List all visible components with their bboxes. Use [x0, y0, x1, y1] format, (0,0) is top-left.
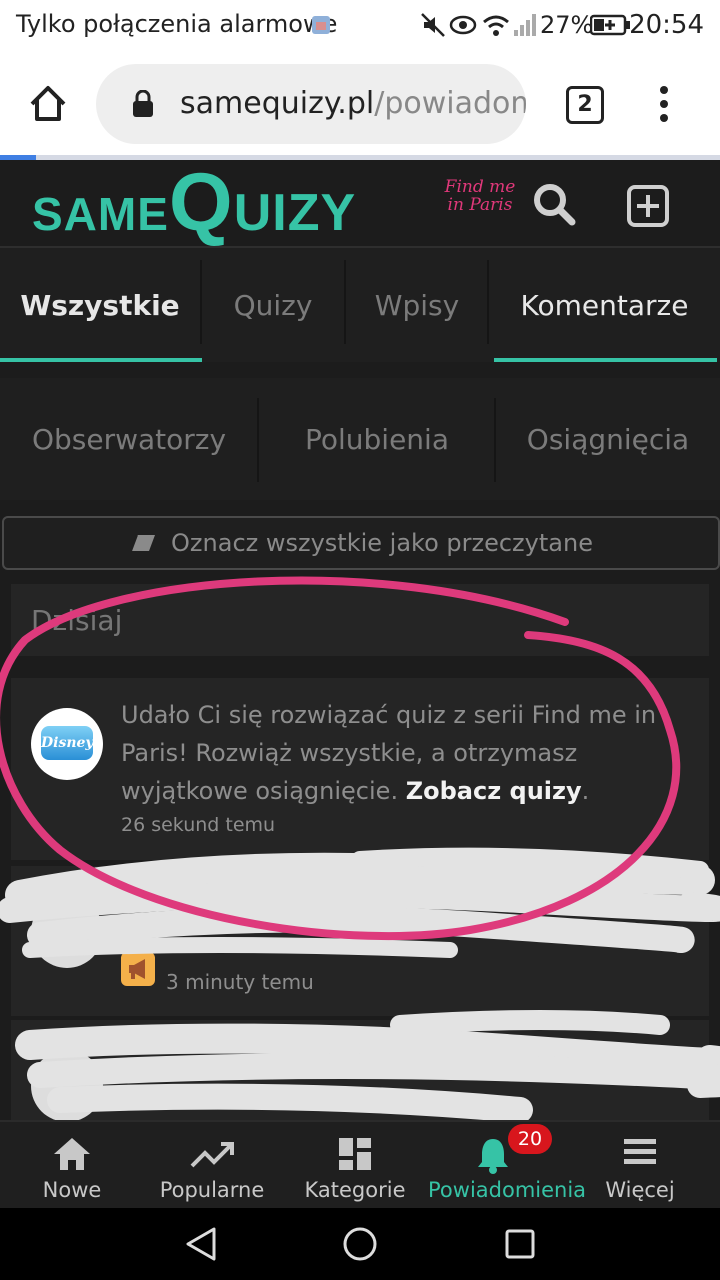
system-navigation-bar [0, 1208, 720, 1280]
back-icon[interactable] [184, 1226, 218, 1262]
nav-powiadomienia[interactable]: 20 Powiadomienia [428, 1122, 586, 1210]
dashboard-icon [339, 1138, 371, 1170]
nav-popularne[interactable]: Popularne [140, 1122, 284, 1210]
notification-count-badge: 20 [508, 1124, 552, 1154]
recents-icon[interactable] [504, 1228, 536, 1260]
home-icon [54, 1138, 90, 1170]
bottom-navigation: Nowe Popularne Kategorie 20 Powiadomieni… [0, 1120, 720, 1210]
nav-kategorie[interactable]: Kategorie [283, 1122, 427, 1210]
home-button-icon[interactable] [342, 1226, 378, 1262]
nav-wiecej[interactable]: Więcej [568, 1122, 712, 1210]
trending-icon [190, 1142, 234, 1168]
annotation-overlay [0, 576, 720, 1123]
bell-icon [478, 1139, 508, 1174]
nav-nowe[interactable]: Nowe [0, 1122, 144, 1210]
menu-icon [624, 1139, 656, 1164]
